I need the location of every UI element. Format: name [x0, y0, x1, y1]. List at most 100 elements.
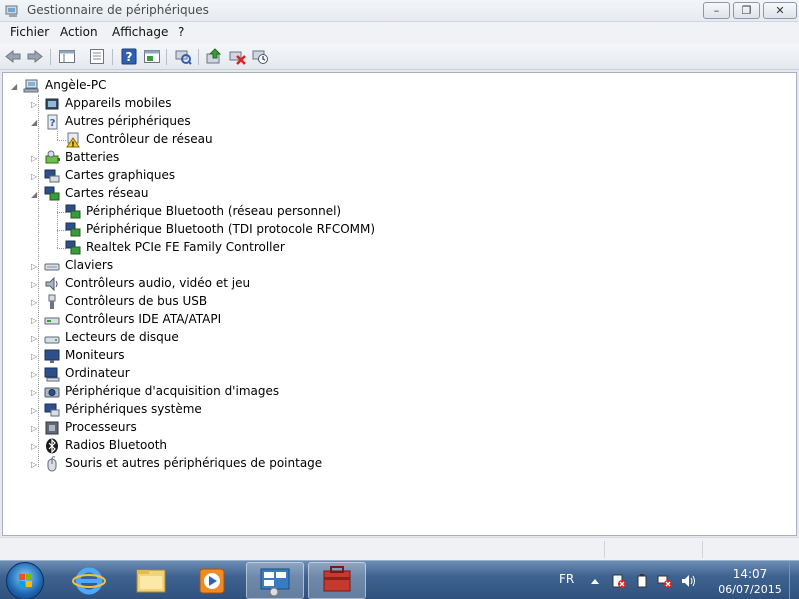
- unknown-device-icon: ?: [47, 114, 58, 130]
- tree-item-cartes-reseau[interactable]: ◢ Cartes réseau: [31, 185, 331, 203]
- properties-icon[interactable]: [88, 48, 106, 65]
- tree-item-label: Contrôleur de réseau: [86, 132, 213, 146]
- toolbar-separator: [50, 49, 51, 65]
- expand-arrow-icon[interactable]: ▷: [31, 316, 40, 325]
- device-manager-icon: [5, 5, 18, 17]
- expand-arrow-icon[interactable]: ▷: [31, 280, 40, 289]
- minimize-button[interactable]: –: [703, 2, 730, 19]
- collapse-arrow-icon[interactable]: ◢: [11, 82, 20, 91]
- tree-item-lecteurs-de-disque[interactable]: ▷ Lecteurs de disque: [31, 329, 331, 347]
- expand-arrow-icon[interactable]: ▷: [31, 370, 40, 379]
- tree-item-ordinateur[interactable]: ▷ Ordinateur: [31, 365, 331, 383]
- internet-explorer-icon[interactable]: [60, 562, 118, 599]
- action-center-icon[interactable]: [611, 574, 627, 588]
- tree-item-processeurs[interactable]: ▷ Processeurs: [31, 419, 331, 437]
- tree-root[interactable]: ◢ Angèle-PC: [11, 77, 211, 95]
- tree-item-appareils-mobiles[interactable]: ▷ Appareils mobiles: [31, 95, 331, 113]
- system-device-icon: [44, 403, 60, 417]
- tree-item-controleurs-usb[interactable]: ▷ Contrôleurs de bus USB: [31, 293, 331, 311]
- device-manager-toolbox-icon[interactable]: [308, 562, 366, 599]
- collapse-arrow-icon[interactable]: ◢: [31, 118, 40, 127]
- close-icon: ✕: [775, 4, 785, 17]
- control-panel-icon[interactable]: [246, 562, 304, 599]
- tree-item-label: Contrôleurs audio, vidéo et jeu: [65, 276, 251, 290]
- maximize-button[interactable]: ❐: [733, 2, 760, 19]
- start-orb-icon[interactable]: [6, 562, 44, 599]
- language-indicator[interactable]: FR: [559, 572, 574, 586]
- media-player-icon[interactable]: [183, 562, 241, 599]
- close-button[interactable]: ✕: [763, 2, 797, 19]
- minimize-icon: –: [713, 4, 720, 17]
- tree-item-bluetooth-reseau-personnel[interactable]: Périphérique Bluetooth (réseau personnel…: [65, 203, 405, 221]
- processor-icon: [45, 421, 59, 435]
- tree-item-batteries[interactable]: ▷ Batteries: [31, 149, 331, 167]
- svg-text:?: ?: [50, 118, 56, 129]
- expand-arrow-icon[interactable]: ▷: [31, 460, 40, 469]
- speaker-icon: [45, 276, 58, 292]
- tree-item-realtek-pcie[interactable]: Realtek PCIe FE Family Controller: [65, 239, 405, 257]
- update-driver-icon[interactable]: [205, 48, 223, 65]
- window-title: Gestionnaire de périphériques: [27, 3, 209, 17]
- forward-arrow-icon[interactable]: [26, 48, 44, 65]
- maximize-icon: ❐: [741, 4, 752, 17]
- menu-help[interactable]: ?: [178, 25, 184, 39]
- tree-item-controleur-de-reseau[interactable]: ! Contrôleur de réseau: [65, 131, 365, 149]
- tree-item-controleurs-audio[interactable]: ▷ Contrôleurs audio, vidéo et jeu: [31, 275, 331, 293]
- clock-time[interactable]: 14:07: [720, 567, 780, 581]
- device-tree[interactable]: ◢ Angèle-PC ▷ Appareils mobiles ◢ ? Autr…: [2, 72, 797, 536]
- tree-item-label: Claviers: [65, 258, 114, 272]
- file-explorer-icon[interactable]: [122, 562, 180, 599]
- camera-icon: [44, 387, 60, 398]
- show-desktop-button[interactable]: [789, 561, 799, 599]
- menu-file[interactable]: Fichier: [10, 25, 49, 39]
- show-hide-tree-icon[interactable]: [58, 48, 76, 65]
- volume-icon[interactable]: [681, 574, 697, 588]
- menu-action[interactable]: Action: [60, 25, 98, 39]
- tree-item-acquisition-images[interactable]: ▷ Périphérique d'acquisition d'images: [31, 383, 351, 401]
- back-arrow-icon[interactable]: [4, 48, 22, 65]
- show-hidden-icons-icon[interactable]: [587, 574, 603, 588]
- power-icon[interactable]: [634, 574, 650, 588]
- tree-item-claviers[interactable]: ▷ Claviers: [31, 257, 331, 275]
- toolbar-separator: [112, 49, 113, 65]
- expand-arrow-icon[interactable]: ▷: [31, 406, 40, 415]
- menu-view[interactable]: Affichage: [112, 25, 168, 39]
- computer-icon: [44, 367, 60, 382]
- tree-item-radios-bluetooth[interactable]: ▷ Radios Bluetooth: [31, 437, 331, 455]
- clock-date[interactable]: 06/07/2015: [714, 583, 786, 596]
- expand-arrow-icon[interactable]: ▷: [31, 172, 40, 181]
- tree-item-controleurs-ide[interactable]: ▷ Contrôleurs IDE ATA/ATAPI: [31, 311, 331, 329]
- expand-arrow-icon[interactable]: ▷: [31, 424, 40, 433]
- expand-arrow-icon[interactable]: ▷: [31, 442, 40, 451]
- scan-hardware-icon[interactable]: [174, 48, 192, 65]
- expand-arrow-icon[interactable]: ▷: [31, 154, 40, 163]
- tree-item-label: Périphérique d'acquisition d'images: [65, 384, 280, 398]
- keyboard-icon: [44, 263, 60, 271]
- help-icon[interactable]: ?: [120, 48, 138, 65]
- tree-item-label: Cartes réseau: [65, 186, 149, 200]
- tree-item-label: Souris et autres périphériques de pointa…: [65, 456, 323, 470]
- network-icon[interactable]: [657, 574, 673, 588]
- tree-item-label: Périphériques système: [65, 402, 202, 416]
- toolbar-separator: [198, 49, 199, 65]
- expand-arrow-icon[interactable]: ▷: [31, 262, 40, 271]
- disable-icon[interactable]: [251, 48, 269, 65]
- windows-logo-icon: [19, 574, 32, 587]
- expand-arrow-icon[interactable]: ▷: [31, 100, 40, 109]
- tree-item-bluetooth-tdi-rfcomm[interactable]: Périphérique Bluetooth (TDI protocole RF…: [65, 221, 405, 239]
- title-bar: Gestionnaire de périphériques – ❐ ✕: [0, 0, 799, 22]
- tree-item-souris[interactable]: ▷ Souris et autres périphériques de poin…: [31, 455, 371, 473]
- console-tree-icon[interactable]: [143, 48, 161, 65]
- tree-item-autres-peripheriques[interactable]: ◢ ? Autres périphériques: [31, 113, 331, 131]
- expand-arrow-icon[interactable]: ▷: [31, 388, 40, 397]
- tree-guide-line: [57, 203, 58, 248]
- toolbar: ?: [0, 44, 799, 70]
- expand-arrow-icon[interactable]: ▷: [31, 352, 40, 361]
- tree-item-peripheriques-systeme[interactable]: ▷ Périphériques système: [31, 401, 331, 419]
- tree-item-moniteurs[interactable]: ▷ Moniteurs: [31, 347, 331, 365]
- tree-item-cartes-graphiques[interactable]: ▷ Cartes graphiques: [31, 167, 331, 185]
- collapse-arrow-icon[interactable]: ◢: [31, 190, 40, 199]
- expand-arrow-icon[interactable]: ▷: [31, 334, 40, 343]
- expand-arrow-icon[interactable]: ▷: [31, 298, 40, 307]
- uninstall-icon[interactable]: [228, 48, 246, 65]
